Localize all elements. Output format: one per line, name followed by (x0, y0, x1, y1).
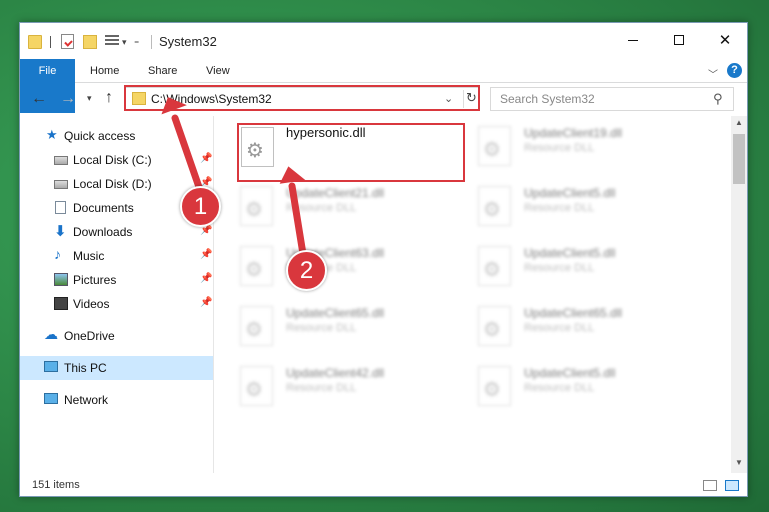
arrow-2-head (279, 166, 306, 184)
annotation-arrows (161, 97, 307, 258)
arrow-1-head (161, 97, 187, 115)
step-2-badge: 2 (286, 250, 327, 291)
arrow-2-line (288, 182, 307, 258)
step-1-badge: 1 (180, 186, 221, 227)
arrow-1-line (171, 114, 204, 194)
